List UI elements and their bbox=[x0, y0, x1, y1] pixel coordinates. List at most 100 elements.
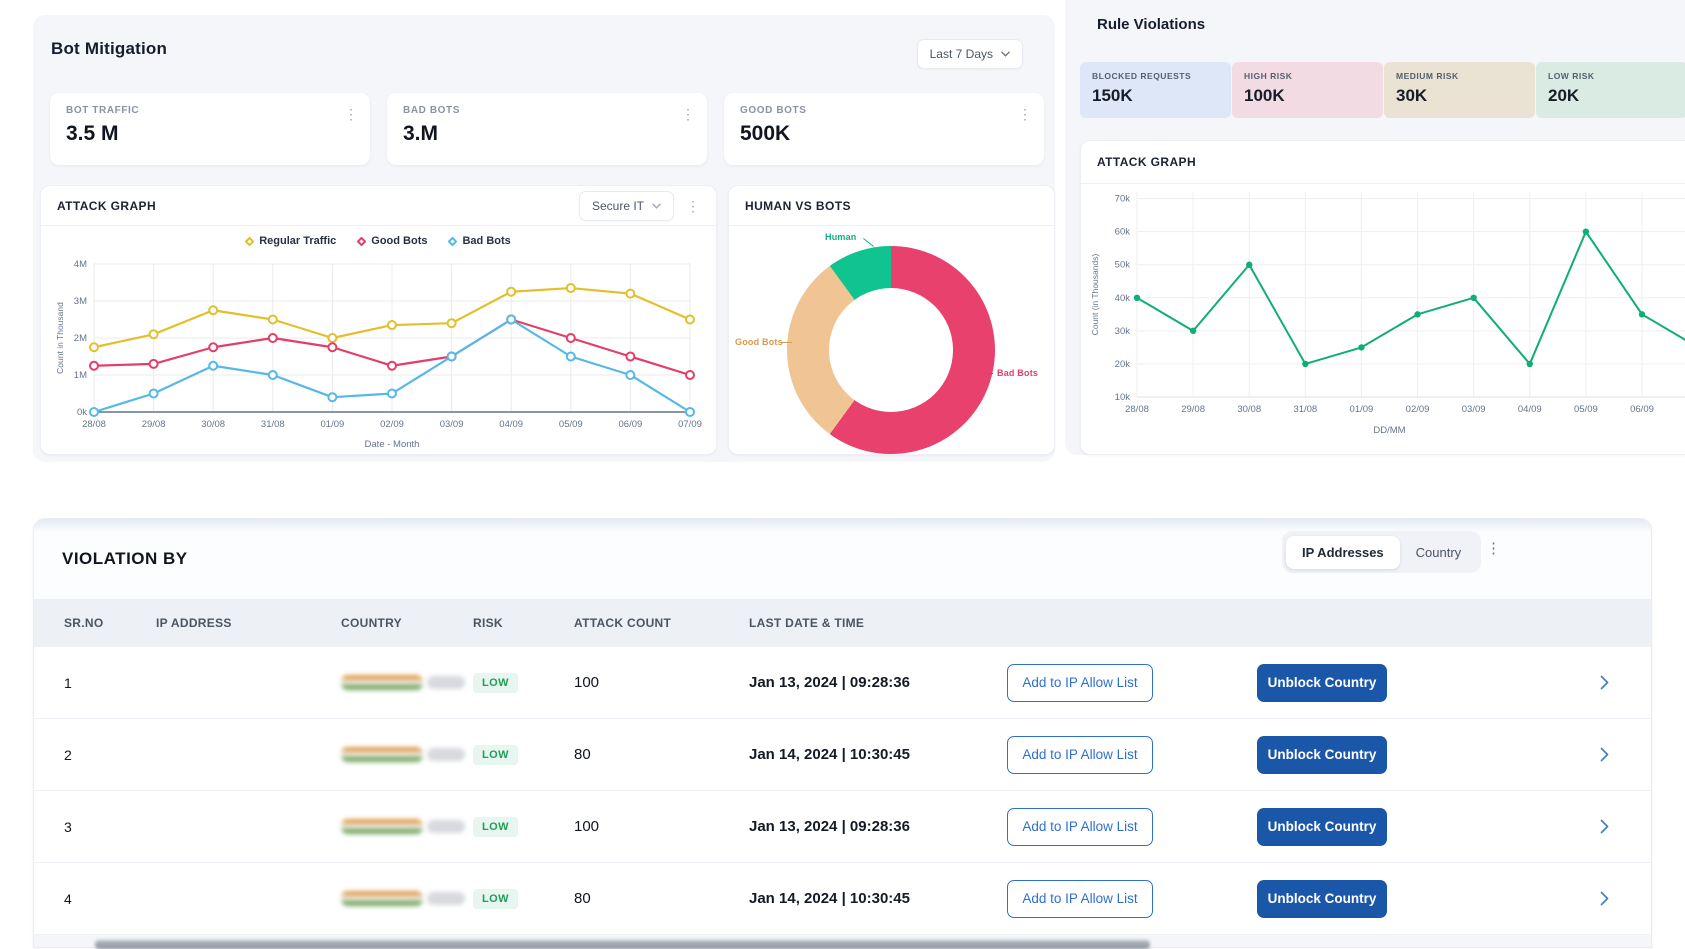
svg-text:30/08: 30/08 bbox=[201, 419, 225, 430]
svg-text:20k: 20k bbox=[1115, 359, 1131, 370]
cell-risk: LOW bbox=[473, 889, 574, 909]
rv-stat-label: LOW RISK bbox=[1548, 71, 1675, 81]
svg-text:30/08: 30/08 bbox=[1237, 404, 1261, 415]
cell-risk: LOW bbox=[473, 673, 574, 693]
kebab-menu-icon[interactable]: ⋮ bbox=[1486, 541, 1639, 556]
cell-unblock-action: Unblock Country bbox=[1257, 880, 1502, 918]
attack-graph-line-chart: 0k1M2M3M4M28/0829/0830/0831/0801/0902/09… bbox=[54, 254, 704, 450]
kebab-menu-icon[interactable]: ⋮ bbox=[1018, 107, 1032, 121]
svg-text:Date - Month: Date - Month bbox=[364, 439, 419, 450]
svg-text:3M: 3M bbox=[73, 296, 86, 307]
cell-country bbox=[341, 891, 473, 906]
rule-violations-stat-card: LOW RISK20K bbox=[1536, 62, 1685, 118]
svg-text:05/09: 05/09 bbox=[1574, 404, 1598, 415]
rv-stat-label: HIGH RISK bbox=[1244, 71, 1371, 81]
table-row: 1LOW100Jan 13, 2024 | 09:28:36Add to IP … bbox=[34, 647, 1651, 719]
chevron-right-icon[interactable] bbox=[1600, 891, 1609, 906]
country-flag-redacted bbox=[341, 891, 423, 906]
svg-text:28/08: 28/08 bbox=[82, 419, 106, 430]
legend-item[interactable]: Bad Bots bbox=[449, 235, 510, 247]
toggle-ip-addresses[interactable]: IP Addresses bbox=[1286, 536, 1400, 569]
country-name-redacted bbox=[427, 748, 465, 761]
cell-allow-action: Add to IP Allow List bbox=[1007, 808, 1257, 846]
kebab-menu-icon[interactable]: ⋮ bbox=[681, 107, 695, 121]
country-flag-redacted bbox=[341, 675, 423, 690]
svg-text:2M: 2M bbox=[73, 333, 86, 344]
rv-stat-value: 150K bbox=[1092, 86, 1219, 106]
risk-badge: LOW bbox=[473, 673, 518, 693]
chevron-right-icon[interactable] bbox=[1600, 675, 1609, 690]
risk-badge: LOW bbox=[473, 817, 518, 837]
secure-it-dropdown[interactable]: Secure IT bbox=[579, 191, 674, 221]
svg-text:31/08: 31/08 bbox=[260, 419, 284, 430]
unblock-country-button[interactable]: Unblock Country bbox=[1257, 664, 1387, 702]
date-range-dropdown[interactable]: Last 7 Days bbox=[917, 39, 1023, 69]
add-to-ip-allow-list-button[interactable]: Add to IP Allow List bbox=[1007, 880, 1153, 918]
human-vs-bots-title: HUMAN VS BOTS bbox=[745, 199, 851, 213]
svg-text:06/09: 06/09 bbox=[1630, 404, 1654, 415]
legend-marker-icon bbox=[448, 236, 458, 246]
kebab-menu-icon[interactable]: ⋮ bbox=[344, 107, 358, 121]
cell-attack-count: 100 bbox=[574, 818, 749, 835]
svg-text:01/09: 01/09 bbox=[1350, 404, 1374, 415]
violation-by-card: VIOLATION BY IP Addresses Country ⋮ SR.N… bbox=[33, 518, 1652, 948]
svg-text:Count in Thousand: Count in Thousand bbox=[55, 302, 65, 374]
rule-violations-attack-graph-title: ATTACK GRAPH bbox=[1081, 141, 1685, 184]
attack-graph-card: ATTACK GRAPH Secure IT ⋮ Regular Traffic… bbox=[40, 185, 717, 455]
kebab-menu-icon[interactable]: ⋮ bbox=[686, 199, 700, 213]
chevron-right-icon[interactable] bbox=[1600, 747, 1609, 762]
violation-toggle: IP Addresses Country bbox=[1282, 531, 1481, 573]
donut-connector-line bbox=[863, 238, 874, 247]
add-to-ip-allow-list-button[interactable]: Add to IP Allow List bbox=[1007, 736, 1153, 774]
cell-risk: LOW bbox=[473, 745, 574, 765]
rule-violations-stat-card: MEDIUM RISK30K bbox=[1384, 62, 1535, 118]
donut-connector-line bbox=[982, 373, 993, 374]
stat-card-value: 3.M bbox=[403, 122, 691, 146]
cell-attack-count: 80 bbox=[574, 746, 749, 763]
unblock-country-button[interactable]: Unblock Country bbox=[1257, 736, 1387, 774]
cell-unblock-action: Unblock Country bbox=[1257, 808, 1502, 846]
bot-mitigation-stat-cards: BOT TRAFFIC⋮3.5 MBAD BOTS⋮3.MGOOD BOTS⋮5… bbox=[50, 93, 1044, 165]
human-vs-bots-card: HUMAN VS BOTS Human Good Bots Bad Bots bbox=[728, 185, 1055, 455]
add-to-ip-allow-list-button[interactable]: Add to IP Allow List bbox=[1007, 808, 1153, 846]
attack-graph-legend: Regular Traffic Good Bots Bad Bots bbox=[41, 228, 716, 254]
cell-last-date-time: Jan 13, 2024 | 09:28:36 bbox=[749, 674, 1007, 691]
add-to-ip-allow-list-button[interactable]: Add to IP Allow List bbox=[1007, 664, 1153, 702]
rv-stat-value: 100K bbox=[1244, 86, 1371, 106]
cell-allow-action: Add to IP Allow List bbox=[1007, 736, 1257, 774]
svg-text:Count (in Thousands): Count (in Thousands) bbox=[1090, 254, 1100, 336]
toggle-country[interactable]: Country bbox=[1400, 536, 1478, 569]
cell-country bbox=[341, 747, 473, 762]
rv-stat-label: MEDIUM RISK bbox=[1396, 71, 1523, 81]
stat-card-value: 3.5 M bbox=[66, 122, 354, 146]
svg-text:05/09: 05/09 bbox=[558, 419, 582, 430]
table-header-row: SR.NO IP ADDRESS COUNTRY RISK ATTACK COU… bbox=[34, 599, 1651, 647]
legend-item[interactable]: Regular Traffic bbox=[246, 235, 336, 247]
col-risk: RISK bbox=[473, 616, 574, 630]
svg-text:60k: 60k bbox=[1115, 227, 1131, 238]
cell-attack-count: 100 bbox=[574, 674, 749, 691]
risk-badge: LOW bbox=[473, 889, 518, 909]
unblock-country-button[interactable]: Unblock Country bbox=[1257, 880, 1387, 918]
svg-text:07/09: 07/09 bbox=[678, 419, 702, 430]
bot-mitigation-panel: Bot Mitigation Last 7 Days BOT TRAFFIC⋮3… bbox=[33, 15, 1055, 462]
cell-country bbox=[341, 819, 473, 834]
svg-text:28/08: 28/08 bbox=[1125, 404, 1149, 415]
donut-label-bad-bots: Bad Bots bbox=[997, 368, 1038, 378]
svg-text:02/09: 02/09 bbox=[1406, 404, 1430, 415]
legend-item[interactable]: Good Bots bbox=[358, 235, 427, 247]
bot-mitigation-title: Bot Mitigation bbox=[51, 39, 167, 59]
legend-label: Bad Bots bbox=[462, 235, 510, 247]
svg-text:29/08: 29/08 bbox=[1181, 404, 1205, 415]
stat-card-label: BAD BOTS bbox=[403, 105, 691, 116]
svg-text:10k: 10k bbox=[1115, 392, 1131, 403]
svg-text:03/09: 03/09 bbox=[439, 419, 463, 430]
attack-graph-header: ATTACK GRAPH Secure IT ⋮ bbox=[41, 186, 716, 226]
svg-text:31/08: 31/08 bbox=[1293, 404, 1317, 415]
cell-last-date-time: Jan 14, 2024 | 10:30:45 bbox=[749, 890, 1007, 907]
chevron-right-icon[interactable] bbox=[1600, 819, 1609, 834]
svg-text:50k: 50k bbox=[1115, 260, 1131, 271]
violation-by-title: VIOLATION BY bbox=[62, 549, 188, 569]
unblock-country-button[interactable]: Unblock Country bbox=[1257, 808, 1387, 846]
svg-text:DD/MM: DD/MM bbox=[1373, 425, 1405, 436]
